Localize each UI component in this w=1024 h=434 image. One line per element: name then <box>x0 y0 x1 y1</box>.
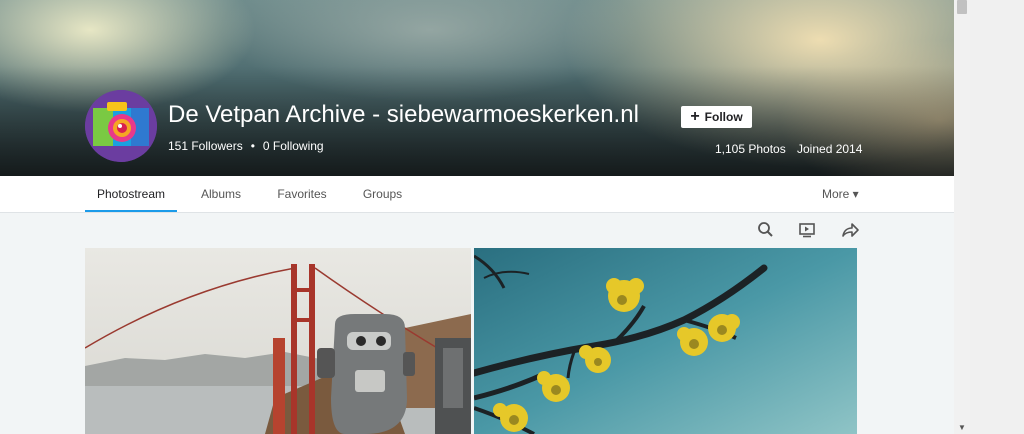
page: De Vetpan Archive - siebewarmoeskerken.n… <box>0 0 954 434</box>
vertical-scrollbar[interactable] <box>954 0 970 434</box>
camera-logo-icon <box>85 90 157 162</box>
slideshow-icon[interactable] <box>797 220 817 240</box>
tab-albums[interactable]: Albums <box>196 176 246 210</box>
window-margin <box>970 0 1024 434</box>
photo-count: 1,105 Photos <box>715 142 786 156</box>
scroll-down-arrow-icon[interactable]: ▼ <box>955 422 969 434</box>
plus-icon: + <box>690 108 700 125</box>
followers-link[interactable]: 151 Followers <box>168 139 243 153</box>
binoculars-photo <box>85 248 471 434</box>
search-icon[interactable] <box>756 220 776 240</box>
following-link[interactable]: 0 Following <box>263 139 324 153</box>
photo-tile-blossom[interactable] <box>474 248 857 434</box>
scrollbar-thumb[interactable] <box>957 0 967 14</box>
blossom-photo <box>474 248 857 434</box>
follow-label: Follow <box>704 110 743 124</box>
tab-groups[interactable]: Groups <box>359 176 406 210</box>
avatar[interactable] <box>85 90 157 162</box>
page-title: De Vetpan Archive - siebewarmoeskerken.n… <box>168 101 639 128</box>
follow-stats: 151 Followers • 0 Following <box>168 139 324 153</box>
more-menu[interactable]: More ▾ <box>822 176 859 212</box>
joined-date: Joined 2014 <box>797 142 863 156</box>
tab-photostream[interactable]: Photostream <box>85 176 177 212</box>
tab-favorites[interactable]: Favorites <box>274 176 330 210</box>
follow-button[interactable]: + Follow <box>681 106 752 128</box>
photo-tile-binoculars[interactable] <box>85 248 471 434</box>
separator-dot: • <box>250 139 255 153</box>
share-icon[interactable] <box>840 220 860 240</box>
subnav-bar: Photostream Albums Favorites Groups More… <box>0 176 954 213</box>
